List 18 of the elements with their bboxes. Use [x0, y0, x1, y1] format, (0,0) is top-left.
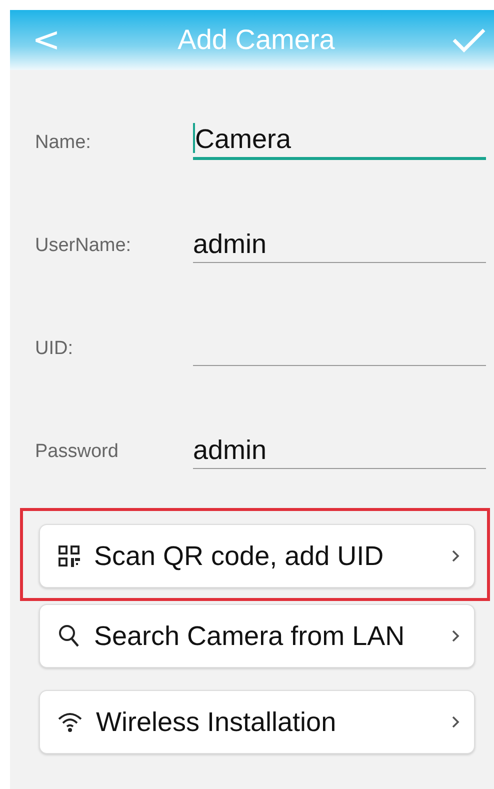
- input-field[interactable]: admin: [193, 429, 486, 469]
- field-label: UserName:: [35, 235, 132, 258]
- chevron-icon: [452, 550, 460, 562]
- confirm-check-icon[interactable]: [452, 27, 486, 53]
- menu-item[interactable]: Scan QR code, add UID: [39, 524, 475, 588]
- screen-title: Add Camera: [178, 24, 335, 56]
- wifi-icon: [58, 712, 82, 732]
- menu-item[interactable]: Search Camera from LAN: [39, 604, 475, 668]
- chevron-icon: [452, 716, 460, 728]
- field-label: Password: [35, 441, 120, 464]
- field-label: UID:: [35, 338, 74, 361]
- input-field[interactable]: Camera: [193, 120, 486, 160]
- chevron-icon: [452, 630, 460, 642]
- input-field[interactable]: admin: [193, 223, 486, 263]
- menu-item[interactable]: Wireless Installation: [39, 690, 475, 754]
- search-icon: [58, 624, 80, 648]
- field-label: Name:: [35, 132, 92, 155]
- qr-code-icon: [58, 545, 80, 567]
